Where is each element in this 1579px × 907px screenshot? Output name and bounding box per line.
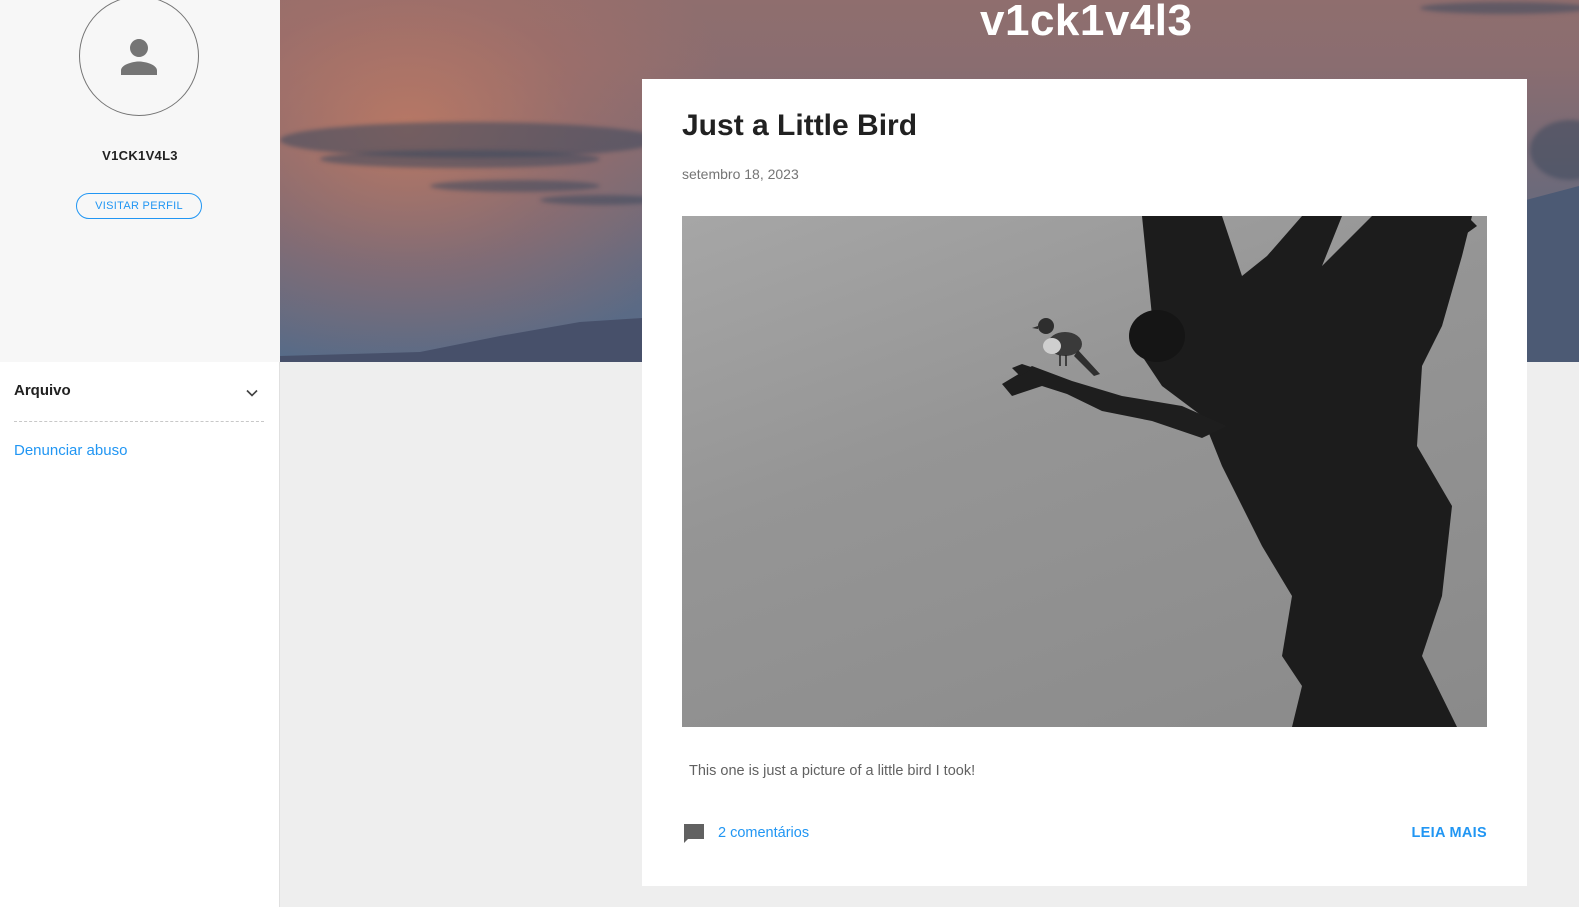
person-icon: [121, 39, 157, 75]
archive-title: Arquivo: [14, 382, 71, 399]
report-abuse-link[interactable]: Denunciar abuso: [14, 442, 127, 459]
read-more-link[interactable]: LEIA MAIS: [1412, 825, 1487, 841]
post-card: Just a Little Bird setembro 18, 2023 Thi…: [642, 79, 1527, 886]
avatar[interactable]: [79, 0, 199, 116]
post-title[interactable]: Just a Little Bird: [682, 109, 917, 143]
post-date[interactable]: setembro 18, 2023: [682, 166, 799, 182]
post-image[interactable]: [682, 216, 1487, 727]
profile-widget: V1CK1V4L3 VISITAR PERFIL: [0, 0, 280, 362]
chevron-down-icon[interactable]: [242, 383, 262, 403]
profile-name[interactable]: V1CK1V4L3: [0, 148, 280, 163]
comments-link[interactable]: 2 comentários: [682, 821, 809, 845]
post-snippet: This one is just a picture of a little b…: [689, 763, 976, 779]
bird-on-tree-photo: [1002, 216, 1477, 727]
archive-toggle[interactable]: Arquivo: [14, 378, 264, 422]
visit-profile-button[interactable]: VISITAR PERFIL: [76, 193, 202, 219]
comments-count: 2 comentários: [718, 825, 810, 841]
blog-title[interactable]: v1ck1v4l3: [980, 0, 1193, 46]
sidebar: V1CK1V4L3 VISITAR PERFIL Arquivo Denunci…: [0, 0, 280, 907]
comment-icon: [684, 824, 704, 843]
